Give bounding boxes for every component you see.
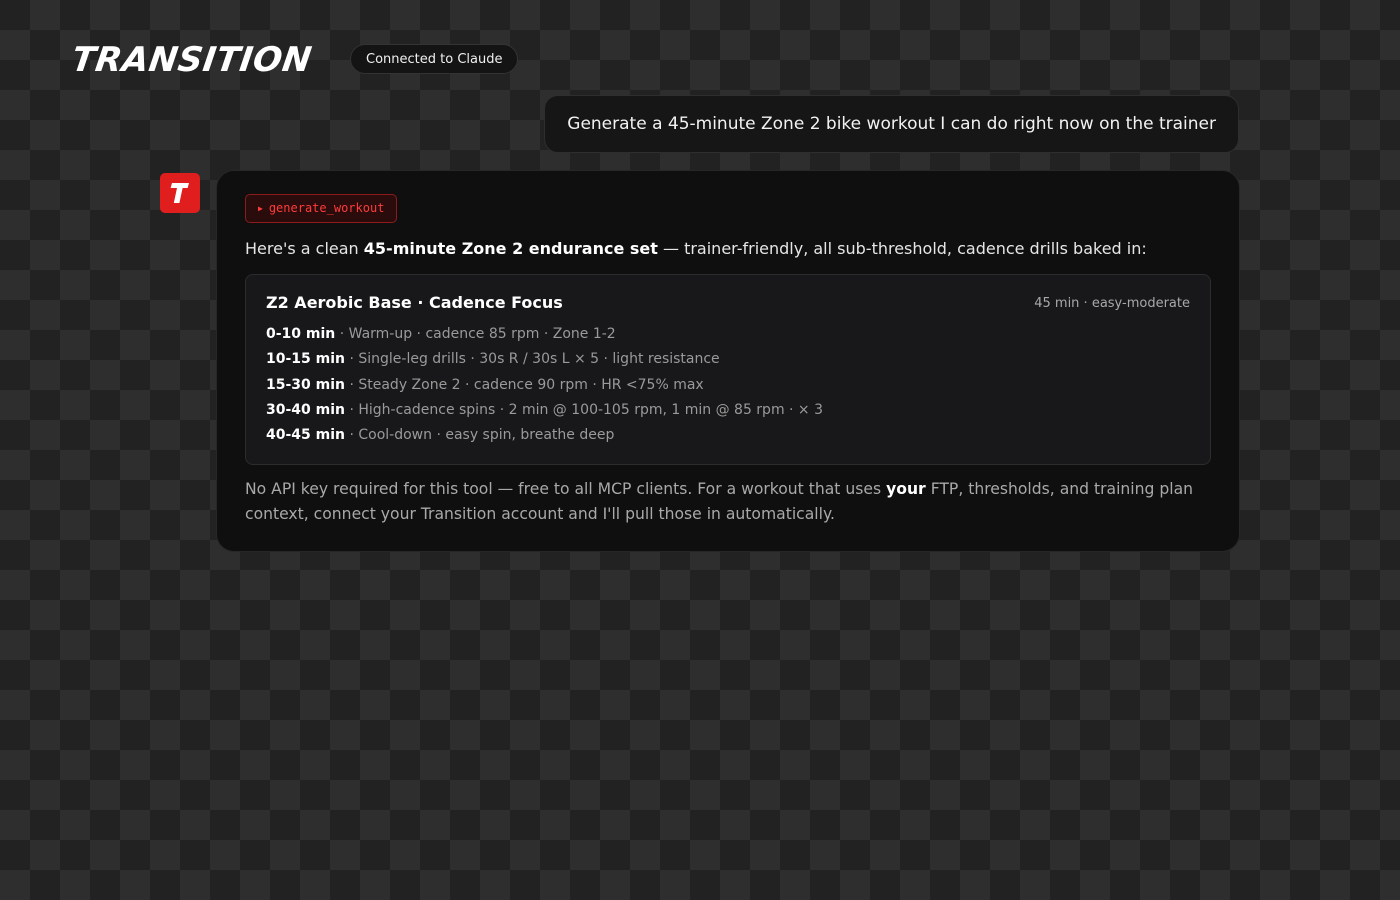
segment-time: 30-40 min	[266, 401, 346, 418]
workout-card: Z2 Aerobic Base · Cadence Focus 45 min ·…	[245, 274, 1211, 465]
workout-meta: 45 min · easy-moderate	[1034, 296, 1190, 311]
tool-call-name: generate_workout	[268, 201, 385, 215]
segment-time: 15-30 min	[266, 376, 346, 393]
transition-logo-icon	[160, 173, 200, 213]
avatar-t-glyph	[170, 183, 189, 203]
workout-segment: 10-15 min · Single-leg drills · 30s R / …	[266, 347, 823, 372]
workout-segment: 15-30 min · Steady Zone 2 · cadence 90 r…	[266, 373, 823, 398]
assistant-intro-text: Here's a clean 45-minute Zone 2 enduranc…	[245, 237, 1147, 261]
segment-description: · High-cadence spins · 2 min @ 100-105 r…	[345, 401, 824, 418]
outro-text-before: No API key required for this tool — free…	[245, 480, 887, 498]
workout-segment-list: 0-10 min · Warm-up · cadence 85 rpm · Zo…	[266, 322, 823, 448]
transition-logo: TRANSITION	[69, 40, 315, 80]
outro-text-bold: your	[886, 480, 926, 498]
connection-status-badge: Connected to Claude	[350, 44, 519, 74]
intro-text-after: — trainer-friendly, all sub-threshold, c…	[657, 239, 1147, 258]
workout-segment: 40-45 min · Cool-down · easy spin, breat…	[266, 423, 823, 448]
segment-time: 0-10 min	[266, 326, 336, 342]
segment-description: · Single-leg drills · 30s R / 30s L × 5 …	[345, 351, 720, 368]
segment-description: · Warm-up · cadence 85 rpm · Zone 1-2	[335, 326, 616, 342]
workout-segment: 0-10 min · Warm-up · cadence 85 rpm · Zo…	[266, 322, 823, 347]
intro-text-before: Here's a clean	[245, 239, 364, 258]
assistant-message: ▶ generate_workout Here's a clean 45-minu…	[216, 170, 1240, 552]
segment-time: 40-45 min	[266, 427, 346, 444]
user-message: Generate a 45-minute Zone 2 bike workout…	[544, 95, 1239, 153]
segment-description: · Steady Zone 2 · cadence 90 rpm · HR <7…	[345, 376, 704, 393]
workout-title: Z2 Aerobic Base · Cadence Focus	[266, 293, 563, 312]
tool-call-chip[interactable]: ▶ generate_workout	[245, 194, 398, 223]
segment-time: 10-15 min	[266, 351, 346, 368]
intro-text-bold: 45-minute Zone 2 endurance set	[363, 239, 658, 258]
segment-description: · Cool-down · easy spin, breathe deep	[345, 427, 615, 444]
assistant-outro-text: No API key required for this tool — free…	[245, 477, 1211, 527]
caret-right-icon: ▶	[258, 204, 263, 213]
workout-segment: 30-40 min · High-cadence spins · 2 min @…	[266, 398, 823, 423]
